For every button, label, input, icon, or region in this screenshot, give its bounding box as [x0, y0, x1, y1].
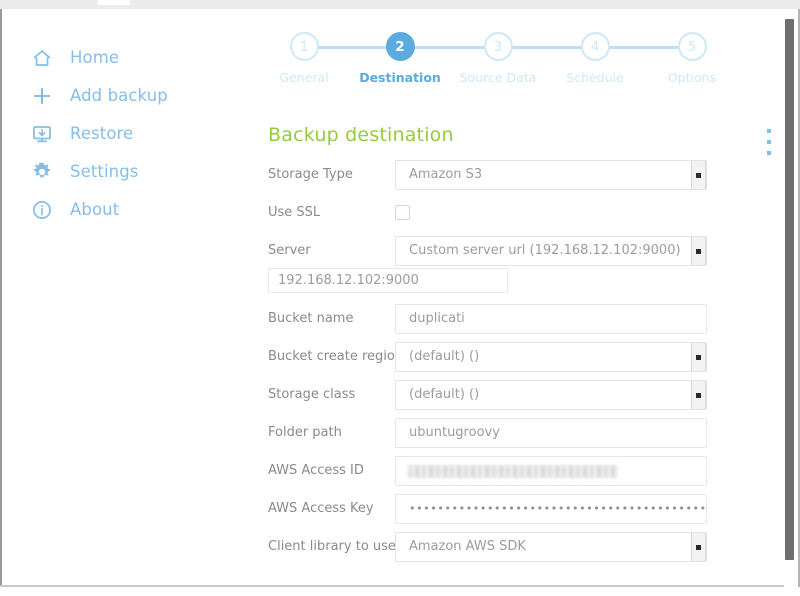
- aws-access-key-input[interactable]: ••••••••••••••••••••••••••••••••••••••••…: [395, 494, 707, 524]
- stepper-step-options[interactable]: 5 Options: [656, 32, 728, 85]
- field-row-folder-path: Folder path ubuntugroovy: [250, 418, 784, 456]
- step-number: 4: [580, 32, 610, 61]
- sidebar-item-add-backup[interactable]: Add backup: [30, 80, 168, 111]
- folder-path-input[interactable]: ubuntugroovy: [395, 418, 707, 448]
- more-options-icon[interactable]: [762, 129, 776, 155]
- use-ssl-checkbox[interactable]: [395, 205, 410, 220]
- stepper-step-destination[interactable]: 2 Destination: [359, 32, 441, 85]
- server-url-input[interactable]: 192.168.12.102:9000: [268, 268, 508, 293]
- server-select[interactable]: Custom server url (192.168.12.102:9000): [395, 236, 707, 266]
- field-row-server-url: 192.168.12.102:9000: [250, 268, 784, 304]
- plus-icon: [30, 84, 54, 108]
- step-number: 3: [483, 32, 513, 61]
- chevron-down-icon[interactable]: [691, 161, 706, 189]
- sidebar-item-restore[interactable]: Restore: [30, 118, 168, 149]
- home-icon: [30, 46, 54, 70]
- sidebar: Home Add backup Restore Settings About: [2, 12, 250, 585]
- kebab-dot: [767, 140, 771, 144]
- field-row-storage-class: Storage class (default) (): [250, 380, 784, 418]
- sidebar-item-label: About: [70, 200, 120, 219]
- field-label: Client library to use: [268, 539, 396, 554]
- chevron-down-icon[interactable]: [691, 237, 706, 265]
- destination-form: Storage Type Amazon S3 Use SSL Server Cu…: [250, 160, 784, 570]
- redaction-overlay: [408, 465, 618, 478]
- chevron-down-icon[interactable]: [691, 381, 706, 409]
- field-label: AWS Access ID: [268, 463, 364, 478]
- aws-access-id-input[interactable]: [395, 456, 707, 486]
- step-label: General: [279, 70, 329, 85]
- step-label: Options: [667, 70, 717, 85]
- client-library-value: Amazon AWS SDK: [409, 539, 526, 554]
- field-row-bucket-create-region: Bucket create region (default) (): [250, 342, 784, 380]
- sidebar-item-settings[interactable]: Settings: [30, 156, 168, 187]
- server-value: Custom server url (192.168.12.102:9000): [409, 243, 681, 258]
- storage-type-value: Amazon S3: [409, 167, 483, 182]
- bucket-create-region-value: (default) (): [409, 349, 480, 364]
- sidebar-nav: Home Add backup Restore Settings About: [30, 42, 168, 225]
- storage-type-select[interactable]: Amazon S3: [395, 160, 707, 190]
- sidebar-item-label: Home: [70, 48, 120, 67]
- window-bottom-border: [0, 585, 790, 587]
- step-number: 5: [677, 32, 707, 61]
- page-title: Backup destination: [268, 124, 454, 146]
- sidebar-item-about[interactable]: About: [30, 194, 168, 225]
- stepper-step-source-data[interactable]: 3 Source Data: [459, 32, 537, 85]
- sidebar-item-home[interactable]: Home: [30, 42, 168, 73]
- titlebar-notch: [98, 0, 130, 5]
- duplicati-window: Home Add backup Restore Settings About 1…: [0, 0, 800, 596]
- step-label: Destination: [359, 70, 441, 85]
- step-number: 1: [289, 32, 319, 61]
- info-circle-icon: [30, 198, 54, 222]
- field-label: Folder path: [268, 425, 342, 440]
- field-label: Bucket create region: [268, 349, 404, 364]
- sidebar-item-label: Settings: [70, 162, 139, 181]
- field-label: Use SSL: [268, 205, 321, 220]
- field-label: Bucket name: [268, 311, 354, 326]
- wizard-stepper: 1 General 2 Destination 3 Source Data 4 …: [262, 22, 718, 90]
- step-label: Source Data: [459, 70, 537, 85]
- field-label: Storage Type: [268, 167, 353, 182]
- gear-icon: [30, 160, 54, 184]
- window-titlebar: [0, 0, 800, 9]
- stepper-step-schedule[interactable]: 4 Schedule: [559, 32, 631, 85]
- step-number: 2: [385, 32, 415, 61]
- vertical-scrollbar-thumb[interactable]: [785, 19, 794, 560]
- field-label: AWS Access Key: [268, 501, 374, 516]
- restore-monitor-icon: [30, 122, 54, 146]
- field-row-bucket-name: Bucket name duplicati: [250, 304, 784, 342]
- field-label: Storage class: [268, 387, 356, 402]
- sidebar-item-label: Restore: [70, 124, 134, 143]
- field-row-client-library: Client library to use Amazon AWS SDK: [250, 532, 784, 570]
- field-row-storage-type: Storage Type Amazon S3: [250, 160, 784, 198]
- stepper-step-general[interactable]: 1 General: [268, 32, 340, 85]
- kebab-dot: [767, 129, 771, 133]
- chevron-down-icon[interactable]: [691, 533, 706, 561]
- bucket-name-input[interactable]: duplicati: [395, 304, 707, 334]
- vertical-scrollbar-track[interactable]: [784, 9, 798, 587]
- kebab-dot: [767, 151, 771, 155]
- storage-class-value: (default) (): [409, 387, 480, 402]
- step-label: Schedule: [566, 70, 624, 85]
- client-library-select[interactable]: Amazon AWS SDK: [395, 532, 707, 562]
- field-label: Server: [268, 243, 311, 258]
- bucket-create-region-select[interactable]: (default) (): [395, 342, 707, 372]
- sidebar-item-label: Add backup: [70, 86, 168, 105]
- chevron-down-icon[interactable]: [691, 343, 706, 371]
- field-row-aws-access-key: AWS Access Key •••••••••••••••••••••••••…: [250, 494, 784, 532]
- field-row-aws-access-id: AWS Access ID: [250, 456, 784, 494]
- field-row-use-ssl: Use SSL: [250, 198, 784, 236]
- main-content: 1 General 2 Destination 3 Source Data 4 …: [250, 12, 784, 585]
- storage-class-select[interactable]: (default) (): [395, 380, 707, 410]
